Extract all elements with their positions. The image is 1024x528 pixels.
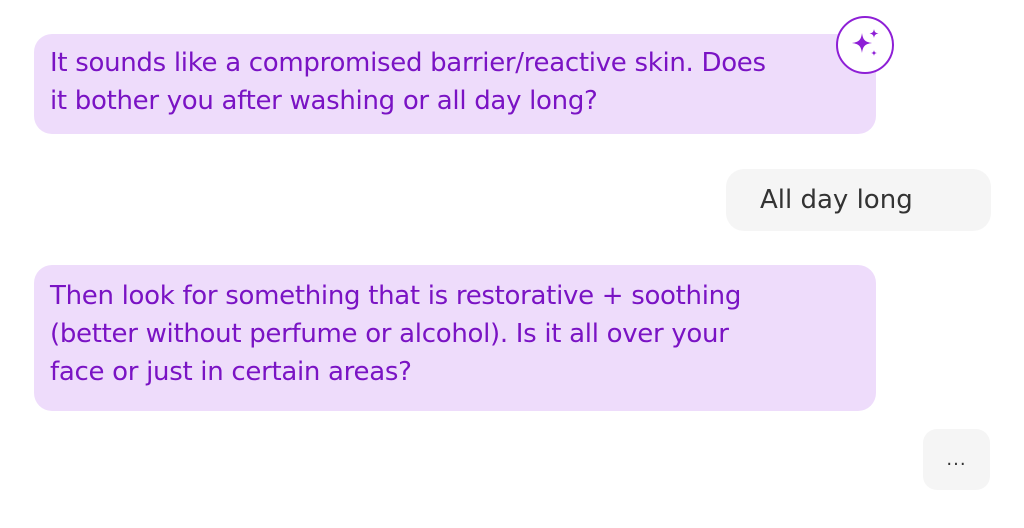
chat-container: It sounds like a compromised barrier/rea… — [0, 0, 1024, 528]
message-text-line: it bother you after washing or all day l… — [50, 86, 598, 116]
user-message: All day long — [726, 169, 991, 231]
message-text: All day long — [760, 185, 913, 215]
assistant-message: It sounds like a compromised barrier/rea… — [34, 34, 876, 134]
message-text-line: face or just in certain areas? — [50, 357, 412, 387]
message-text-line: It sounds like a compromised barrier/rea… — [50, 48, 766, 78]
assistant-message: Then look for something that is restorat… — [34, 265, 876, 411]
sparkle-icon — [836, 16, 894, 74]
message-text-line: (better without perfume or alcohol). Is … — [50, 319, 729, 349]
typing-dots: ... — [946, 449, 967, 470]
typing-indicator: ... — [923, 429, 990, 490]
message-text-line: Then look for something that is restorat… — [50, 281, 742, 311]
